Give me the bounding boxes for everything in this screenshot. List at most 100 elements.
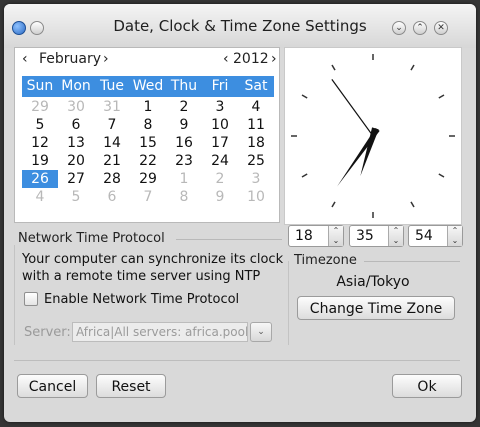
calendar-day[interactable]: 9 [202, 188, 238, 206]
second-spinbox[interactable]: 54 ⌃ ⌄ [408, 225, 463, 247]
hour-tick [331, 201, 336, 208]
prev-month-button[interactable]: ‹ [22, 51, 28, 67]
calendar-day[interactable]: 30 [58, 98, 94, 116]
second-up-arrow[interactable]: ⌃ [448, 226, 462, 236]
calendar-day[interactable]: 25 [238, 152, 274, 170]
enable-ntp-checkbox[interactable] [24, 292, 38, 306]
calendar-day[interactable]: 6 [94, 188, 130, 206]
reset-button[interactable]: Reset [96, 374, 166, 398]
next-month-button[interactable]: › [103, 51, 109, 67]
calendar-day[interactable]: 16 [166, 134, 202, 152]
calendar-day[interactable]: 18 [238, 134, 274, 152]
calendar-day[interactable]: 8 [166, 188, 202, 206]
shade-button[interactable]: ⌄ [392, 21, 406, 35]
calendar-day[interactable]: 29 [130, 170, 166, 188]
calendar-day[interactable]: 15 [130, 134, 166, 152]
minute-value[interactable]: 35 [356, 228, 374, 244]
minute-spinbox[interactable]: 35 ⌃ ⌄ [349, 225, 404, 247]
calendar-day[interactable]: 27 [58, 170, 94, 188]
calendar-day[interactable]: 2 [202, 170, 238, 188]
calendar-day[interactable]: 5 [22, 116, 58, 134]
hour-value[interactable]: 18 [295, 228, 313, 244]
footer-separator [14, 360, 460, 361]
minute-up-arrow[interactable]: ⌃ [389, 226, 403, 236]
weekday-label: Wed [132, 78, 164, 94]
hour-down-arrow[interactable]: ⌄ [329, 236, 343, 246]
hour-spinbox[interactable]: 18 ⌃ ⌄ [288, 225, 344, 247]
weekday-label: Mon [61, 78, 91, 94]
restore-button[interactable]: ⌃ [413, 21, 427, 35]
weekday-label: Tue [100, 78, 124, 94]
calendar-day[interactable]: 22 [130, 152, 166, 170]
calendar-day[interactable]: 21 [94, 152, 130, 170]
calendar-day-selected[interactable]: 26 [22, 170, 58, 188]
calendar-day[interactable]: 23 [166, 152, 202, 170]
title-bar[interactable]: Date, Clock & Time Zone Settings ⌄ ⌃ ✕ [4, 4, 476, 48]
month-label[interactable]: February [39, 51, 101, 67]
day-grid: 29 30 31 1 2 3 4 5 6 7 8 9 10 11 12 13 14 15 16 17 18 19 20 21 2… [22, 98, 274, 206]
prev-year-button[interactable]: ‹ [223, 51, 229, 67]
calendar-day[interactable]: 28 [94, 170, 130, 188]
hour-tick [410, 64, 415, 71]
calendar-day[interactable]: 24 [202, 152, 238, 170]
calendar: ‹ February › ‹ 2012 › Sun Mon Tue Wed Thu Fri… [14, 47, 280, 223]
weekday-header: Sun Mon Tue Wed Thu Fri Sat [22, 76, 274, 97]
hour-tick [301, 173, 308, 178]
server-label: Server: [24, 325, 71, 340]
weekday-label: Thu [170, 78, 198, 94]
minute-hand [337, 128, 380, 187]
calendar-day[interactable]: 9 [166, 116, 202, 134]
calendar-day[interactable]: 4 [22, 188, 58, 206]
calendar-day[interactable]: 14 [94, 134, 130, 152]
calendar-day[interactable]: 4 [238, 98, 274, 116]
server-dropdown-button[interactable]: ⌄ [250, 322, 272, 342]
calendar-day[interactable]: 29 [22, 98, 58, 116]
calendar-day[interactable]: 1 [130, 98, 166, 116]
hour-tick [410, 201, 415, 208]
minute-down-arrow[interactable]: ⌄ [389, 236, 403, 246]
calendar-day[interactable]: 12 [22, 134, 58, 152]
enable-ntp-label[interactable]: Enable Network Time Protocol [44, 292, 239, 307]
calendar-day[interactable]: 1 [166, 170, 202, 188]
calendar-day[interactable]: 3 [238, 170, 274, 188]
second-down-arrow[interactable]: ⌄ [448, 236, 462, 246]
calendar-day[interactable]: 7 [94, 116, 130, 134]
weekday-label: Fri [211, 78, 229, 94]
server-select[interactable]: Africa|All servers: africa.pool.ntp.org [72, 322, 248, 342]
ntp-group-title: Network Time Protocol [18, 231, 165, 246]
calendar-day[interactable]: 31 [94, 98, 130, 116]
hour-up-arrow[interactable]: ⌃ [329, 226, 343, 236]
close-button[interactable]: ✕ [434, 21, 448, 35]
calendar-day[interactable]: 20 [58, 152, 94, 170]
hour-tick [301, 94, 308, 99]
timezone-name: Asia/Tokyo [336, 274, 410, 290]
second-value[interactable]: 54 [415, 228, 433, 244]
calendar-day[interactable]: 6 [58, 116, 94, 134]
weekday-label: Sat [244, 78, 268, 94]
calendar-day[interactable]: 2 [166, 98, 202, 116]
clock-face [291, 54, 455, 218]
calendar-day[interactable]: 11 [238, 116, 274, 134]
cancel-button[interactable]: Cancel [17, 374, 88, 398]
calendar-day[interactable]: 8 [130, 116, 166, 134]
calendar-day[interactable]: 3 [202, 98, 238, 116]
ntp-group-line [176, 239, 282, 240]
calendar-day[interactable]: 5 [58, 188, 94, 206]
ok-button[interactable]: Ok [392, 374, 462, 398]
calendar-day[interactable]: 10 [202, 116, 238, 134]
calendar-day[interactable]: 19 [22, 152, 58, 170]
calendar-day[interactable]: 13 [58, 134, 94, 152]
year-label[interactable]: 2012 [233, 51, 269, 67]
calendar-day[interactable]: 17 [202, 134, 238, 152]
calendar-day[interactable]: 10 [238, 188, 274, 206]
ntp-description: Your computer can synchronize its clock … [22, 252, 284, 284]
analog-clock [284, 47, 462, 225]
weekday-label: Sun [26, 78, 54, 94]
hour-tick [331, 64, 336, 71]
hour-tick [438, 94, 445, 99]
calendar-day[interactable]: 7 [130, 188, 166, 206]
hour-tick [438, 173, 445, 178]
second-hand [331, 79, 374, 137]
change-time-zone-button[interactable]: Change Time Zone [297, 296, 455, 320]
next-year-button[interactable]: › [271, 51, 277, 67]
